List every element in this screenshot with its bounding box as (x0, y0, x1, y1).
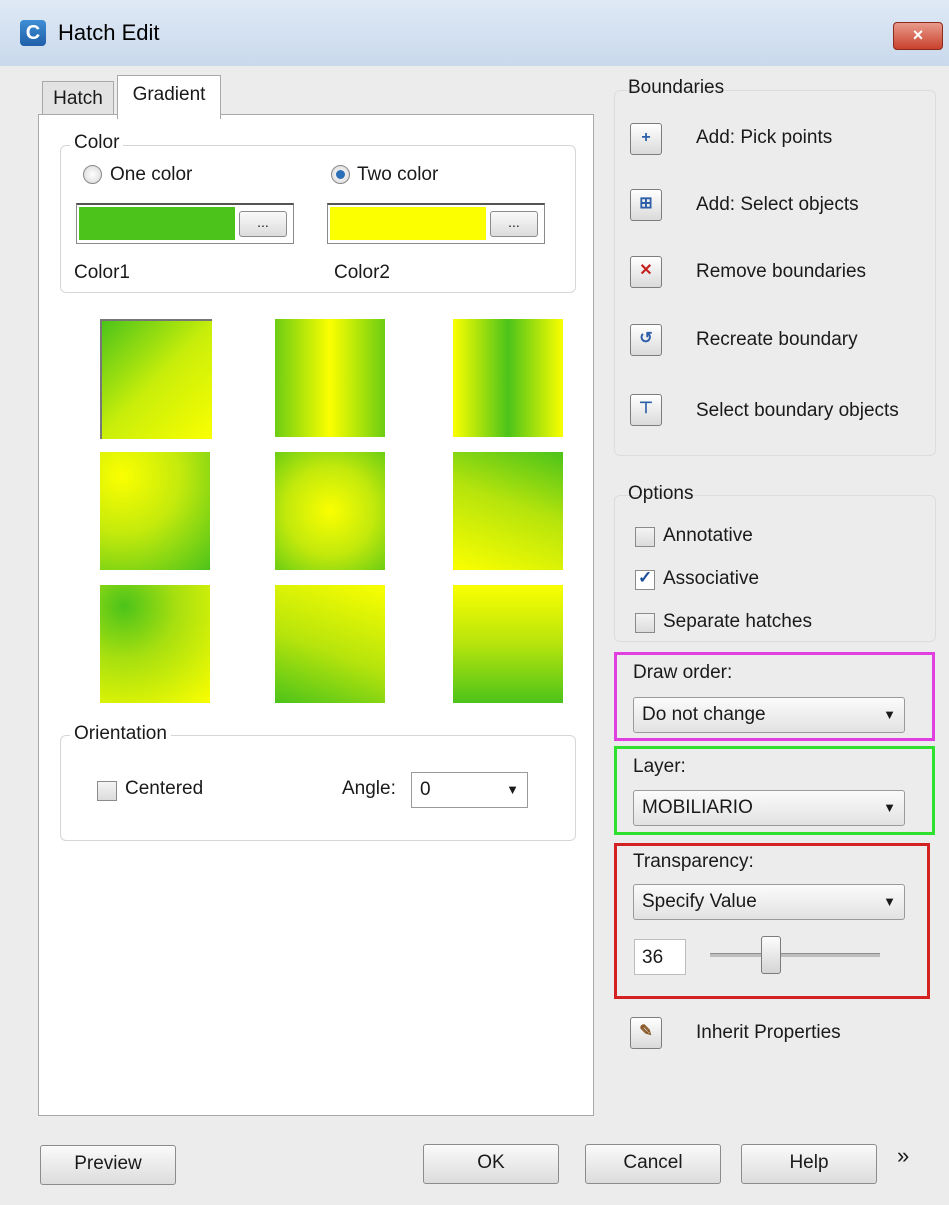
draw-order-dropdown[interactable]: Do not change ▼ (633, 697, 905, 733)
chevron-down-icon: ▼ (506, 782, 519, 797)
layer-value: MOBILIARIO (642, 797, 753, 818)
separate-hatches-checkbox[interactable] (635, 613, 655, 633)
annotative-checkbox[interactable] (635, 527, 655, 547)
chevron-down-icon: ▼ (883, 707, 896, 722)
one-color-label: One color (110, 164, 193, 185)
gradient-pattern-9[interactable] (453, 585, 563, 703)
cancel-button[interactable]: Cancel (585, 1144, 721, 1184)
two-color-label: Two color (357, 164, 439, 185)
associative-checkbox[interactable] (635, 568, 655, 590)
centered-checkbox[interactable] (97, 781, 117, 801)
gradient-pattern-5[interactable] (275, 452, 385, 570)
angle-label: Angle: (342, 778, 396, 799)
more-options-button[interactable]: » (897, 1143, 909, 1169)
one-color-radio[interactable] (83, 165, 102, 184)
color2-swatch[interactable]: ... (327, 203, 545, 244)
inherit-properties-icon[interactable]: ✎ (630, 1017, 662, 1049)
color2-fill (330, 207, 486, 240)
gradient-pattern-3[interactable] (453, 319, 563, 437)
app-icon: C (20, 20, 46, 46)
centered-label: Centered (125, 778, 204, 799)
orientation-group-legend: Orientation (70, 723, 171, 745)
recreate-boundary-label[interactable]: Recreate boundary (696, 329, 858, 351)
transparency-value-input[interactable]: 36 (634, 939, 686, 975)
tab-hatch[interactable]: Hatch (42, 81, 114, 118)
close-button[interactable]: × (893, 22, 943, 50)
gradient-pattern-4[interactable] (100, 452, 210, 570)
options-legend: Options (628, 483, 694, 504)
remove-boundaries-label[interactable]: Remove boundaries (696, 261, 866, 283)
pick-points-icon[interactable]: + (630, 123, 662, 155)
two-color-radio[interactable] (331, 165, 350, 184)
select-boundary-objects-icon[interactable]: ⊤ (630, 394, 662, 426)
select-boundary-objects-label[interactable]: Select boundary objects (696, 400, 899, 422)
recreate-boundary-icon[interactable]: ↺ (630, 324, 662, 356)
gradient-pattern-2[interactable] (275, 319, 385, 437)
transparency-mode-value: Specify Value (642, 891, 757, 912)
gradient-pattern-8[interactable] (275, 585, 385, 703)
color1-browse-button[interactable]: ... (239, 211, 287, 237)
transparency-slider-thumb[interactable] (761, 936, 782, 974)
chevron-down-icon: ▼ (883, 800, 896, 815)
gradient-pattern-7[interactable] (100, 585, 210, 703)
add-select-objects-label[interactable]: Add: Select objects (696, 194, 859, 216)
window-title: Hatch Edit (58, 20, 160, 45)
draw-order-label: Draw order: (633, 662, 733, 683)
color1-fill (79, 207, 235, 240)
transparency-dropdown[interactable]: Specify Value ▼ (633, 884, 905, 920)
layer-label: Layer: (633, 756, 686, 777)
boundaries-legend: Boundaries (628, 77, 725, 98)
add-pick-points-label[interactable]: Add: Pick points (696, 127, 832, 149)
ok-button[interactable]: OK (423, 1144, 559, 1184)
color2-browse-button[interactable]: ... (490, 211, 538, 237)
layer-dropdown[interactable]: MOBILIARIO ▼ (633, 790, 905, 826)
draw-order-value: Do not change (642, 704, 766, 725)
angle-value: 0 (420, 779, 431, 800)
transparency-slider[interactable] (710, 953, 880, 957)
inherit-properties-label[interactable]: Inherit Properties (696, 1022, 841, 1044)
color1-label: Color1 (74, 262, 130, 283)
color2-label: Color2 (334, 262, 390, 283)
color1-swatch[interactable]: ... (76, 203, 294, 244)
associative-label: Associative (663, 568, 760, 589)
transparency-value: 36 (642, 947, 664, 968)
transparency-label: Transparency: (633, 851, 754, 872)
chevron-down-icon: ▼ (883, 894, 896, 909)
angle-dropdown[interactable]: 0 ▼ (411, 772, 528, 808)
annotative-label: Annotative (663, 525, 753, 546)
tab-gradient[interactable]: Gradient (117, 75, 221, 119)
preview-button[interactable]: Preview (40, 1145, 176, 1185)
remove-boundaries-icon[interactable]: ✕ (630, 256, 662, 288)
separate-hatches-label: Separate hatches (663, 611, 812, 632)
title-bar: C Hatch Edit × (0, 0, 949, 67)
gradient-pattern-6[interactable] (453, 452, 563, 570)
color-group-legend: Color (70, 132, 124, 154)
help-button[interactable]: Help (741, 1144, 877, 1184)
gradient-pattern-1[interactable] (100, 319, 212, 439)
select-objects-icon[interactable]: ⊞ (630, 189, 662, 221)
